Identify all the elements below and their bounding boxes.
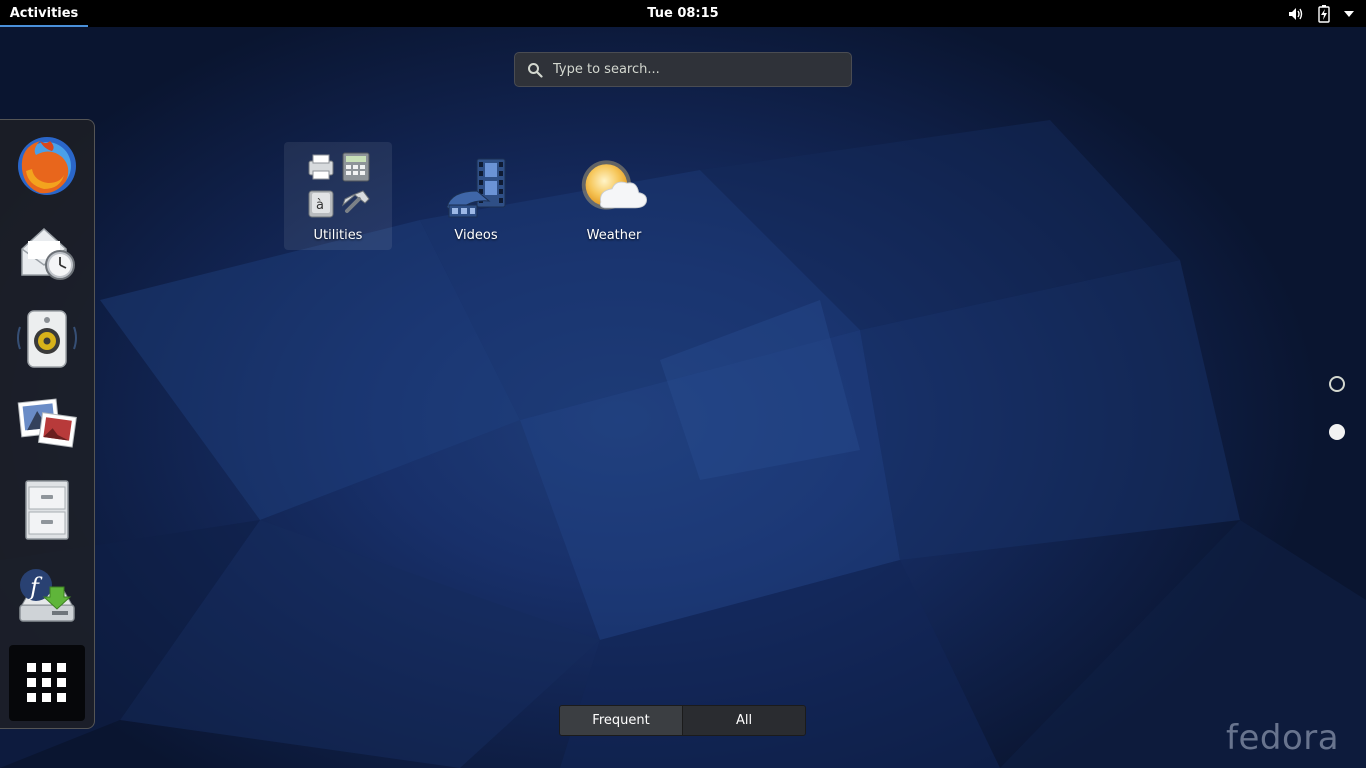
activities-button[interactable]: Activities (0, 0, 88, 27)
app-tile-videos[interactable]: Videos (422, 142, 530, 250)
grid-icon (27, 663, 66, 702)
utilities-folder-icon: à (308, 152, 370, 218)
svg-text:à: à (316, 198, 324, 213)
search-bar[interactable] (514, 52, 852, 87)
app-label-weather: Weather (586, 228, 642, 243)
dash-item-firefox[interactable] (12, 131, 82, 201)
dash: f (0, 119, 95, 729)
clock-area: Tue 08:15 (0, 0, 1366, 27)
search-icon (528, 62, 543, 78)
firefox-icon (18, 137, 76, 195)
dash-item-evolution[interactable] (12, 217, 82, 287)
dash-item-install-fedora[interactable]: f (12, 561, 82, 631)
fedora-logo: fedora (1226, 718, 1340, 758)
app-label-videos: Videos (454, 228, 498, 243)
page-indicator-1[interactable] (1329, 376, 1345, 392)
dash-item-shotwell[interactable] (12, 389, 82, 459)
desktop-background (0, 0, 1366, 768)
app-label-utilities: Utilities (313, 228, 363, 243)
system-menu-arrow-icon[interactable] (1344, 10, 1354, 18)
battery-icon[interactable] (1318, 4, 1330, 23)
top-bar: Activities Tue 08:15 (0, 0, 1366, 27)
volume-icon[interactable] (1288, 6, 1304, 22)
dash-item-files[interactable] (12, 475, 82, 545)
fedora-install-icon: f (19, 569, 75, 622)
weather-sun-cloud-icon (581, 160, 647, 210)
page-indicator-2[interactable] (1329, 424, 1345, 440)
file-cabinet-icon (25, 480, 69, 540)
system-tray[interactable] (1288, 0, 1354, 27)
show-applications-button[interactable] (9, 645, 85, 721)
all-button[interactable]: All (683, 706, 805, 735)
dash-item-rhythmbox[interactable] (12, 303, 82, 373)
app-tile-utilities[interactable]: à Utilities (284, 142, 392, 250)
frequent-button[interactable]: Frequent (560, 706, 683, 735)
search-input[interactable] (553, 62, 833, 77)
view-switcher: Frequent All (559, 705, 806, 736)
clock[interactable]: Tue 08:15 (647, 6, 718, 21)
speaker-icon (17, 310, 77, 368)
app-tile-weather[interactable]: Weather (560, 142, 668, 250)
photos-icon (17, 398, 77, 448)
mail-clock-icon (21, 227, 75, 280)
film-reel-icon (446, 158, 506, 218)
